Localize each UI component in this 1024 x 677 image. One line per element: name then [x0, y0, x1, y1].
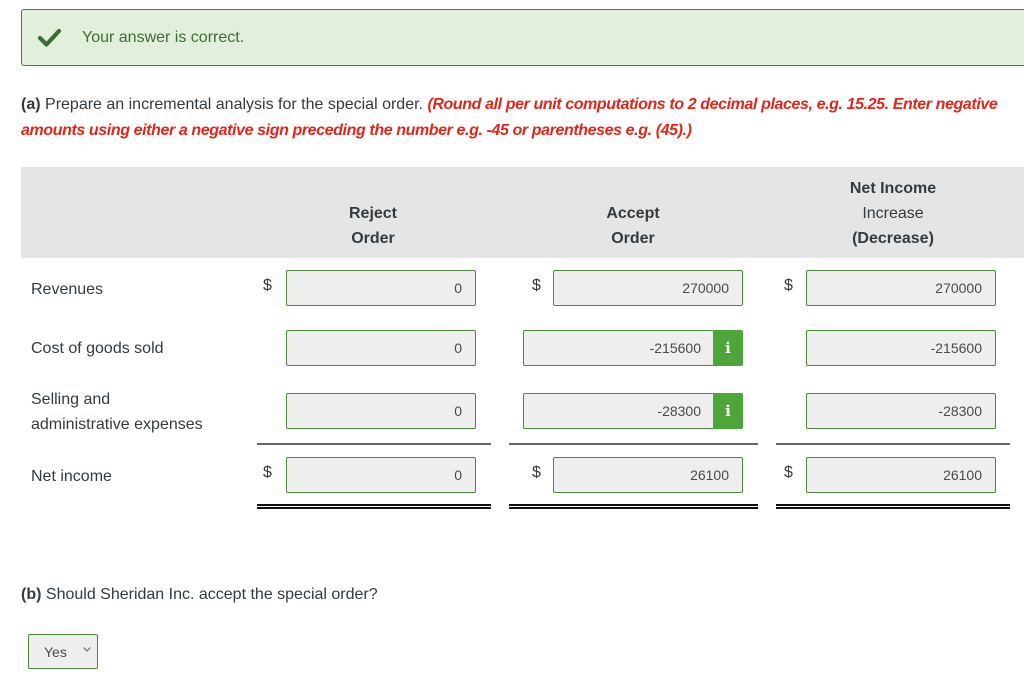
- row-label-net-income: Net income: [31, 468, 112, 485]
- question-a-text: Prepare an incremental analysis for the …: [45, 96, 423, 113]
- column-header-net-income-change: Net Income Increase (Decrease): [793, 176, 993, 251]
- total-double-rule: [257, 504, 491, 509]
- question-b-text: Should Sheridan Inc. accept the special …: [45, 586, 378, 603]
- column-header-line: Order: [611, 230, 655, 247]
- selling-admin-reject-input[interactable]: 0: [286, 393, 476, 429]
- select-value: Yes: [44, 644, 67, 660]
- cogs-reject-input[interactable]: 0: [286, 330, 476, 366]
- accept-order-select[interactable]: Yes: [28, 634, 98, 669]
- row-label-cost-of-goods-sold: Cost of goods sold: [31, 340, 164, 357]
- revenues-reject-input[interactable]: 0: [286, 270, 476, 306]
- row-label-selling-admin: Selling and administrative expenses: [31, 387, 203, 437]
- dollar-sign: $: [263, 464, 272, 481]
- chevron-down-icon: [83, 647, 91, 652]
- selling-admin-accept-input[interactable]: -28300: [523, 393, 715, 429]
- subtotal-rule: [509, 443, 758, 445]
- column-header-line: Net Income: [849, 180, 937, 197]
- checkmark-icon: [37, 28, 62, 47]
- dollar-sign: $: [263, 277, 272, 294]
- revenues-accept-input[interactable]: 270000: [553, 270, 743, 306]
- net-income-reject-input[interactable]: 0: [286, 457, 476, 493]
- cogs-accept-input[interactable]: -215600: [523, 330, 715, 366]
- subtotal-rule: [776, 443, 1010, 445]
- column-header-accept-order: Accept Order: [533, 201, 733, 251]
- question-a-label: (a): [21, 96, 41, 113]
- column-header-line: Increase: [862, 205, 924, 222]
- row-label-revenues: Revenues: [31, 281, 104, 298]
- question-a: (a) Prepare an incremental analysis for …: [21, 92, 1011, 144]
- cogs-net-change-input[interactable]: -215600: [806, 330, 996, 366]
- dollar-sign: $: [784, 277, 793, 294]
- total-double-rule: [509, 504, 758, 509]
- net-income-accept-input[interactable]: 26100: [553, 457, 743, 493]
- info-icon[interactable]: i: [713, 330, 743, 366]
- dollar-sign: $: [532, 277, 541, 294]
- info-icon[interactable]: i: [713, 393, 743, 429]
- subtotal-rule: [257, 443, 491, 445]
- column-header-line: (Decrease): [852, 230, 934, 247]
- feedback-message: Your answer is correct.: [82, 29, 245, 46]
- column-header-line: Reject: [348, 205, 398, 222]
- net-income-net-change-input[interactable]: 26100: [806, 457, 996, 493]
- column-header-reject-order: Reject Order: [273, 201, 473, 251]
- row-label-line: Selling and: [31, 391, 111, 408]
- row-label-line: administrative expenses: [31, 416, 203, 433]
- dollar-sign: $: [532, 464, 541, 481]
- dollar-sign: $: [784, 464, 793, 481]
- question-b-label: (b): [21, 586, 42, 603]
- question-b: (b) Should Sheridan Inc. accept the spec…: [21, 582, 378, 608]
- revenues-net-change-input[interactable]: 270000: [806, 270, 996, 306]
- column-header-line: Order: [351, 230, 395, 247]
- selling-admin-net-change-input[interactable]: -28300: [806, 393, 996, 429]
- column-header-line: Accept: [606, 205, 660, 222]
- total-double-rule: [776, 504, 1010, 509]
